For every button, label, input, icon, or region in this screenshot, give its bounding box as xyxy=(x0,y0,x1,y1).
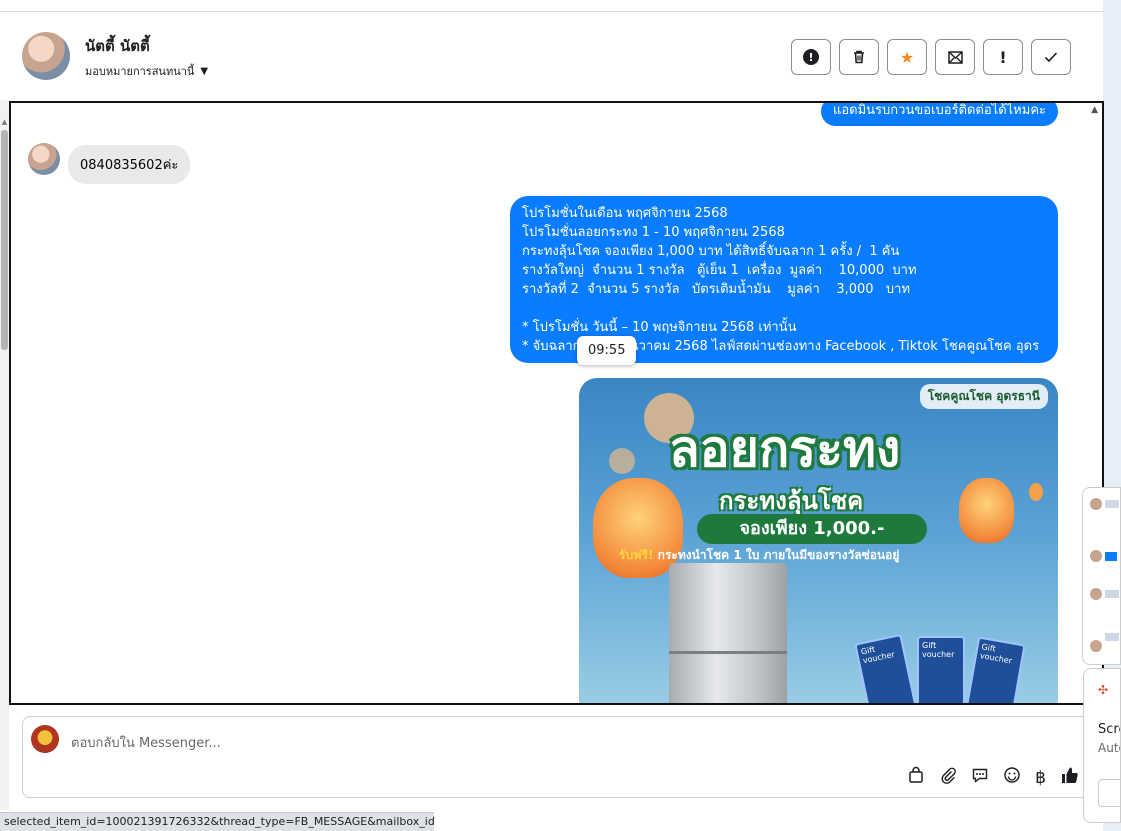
conversation-header: นัตตี้ นัตตี้ มอบหมายการสนทนานี้ ▼ ! ★ ! xyxy=(10,12,1103,100)
scroll-up-arrow-icon[interactable]: ▲ xyxy=(0,118,9,127)
page-avatar xyxy=(31,725,59,753)
check-icon xyxy=(1044,52,1058,63)
reply-input[interactable]: ตอบกลับใน Messenger... xyxy=(71,732,221,753)
outgoing-message[interactable]: แอดมินรบกวนขอเบอร์ติดต่อได้ไหมคะ xyxy=(820,103,1058,126)
done-button[interactable] xyxy=(1031,39,1071,75)
promo-title: ลอยกระทง xyxy=(669,420,901,478)
mini-preview-line xyxy=(1105,590,1119,598)
delete-button[interactable] xyxy=(839,39,879,75)
incoming-message[interactable]: 0840835602ค่ะ xyxy=(68,145,191,184)
thread-scroll-up-icon[interactable]: ▲ xyxy=(1091,105,1098,115)
notification-toast[interactable]: ✣ Scre Auto xyxy=(1083,668,1121,823)
composer-toolbar: ฿ xyxy=(907,765,1080,790)
fridge-door-line xyxy=(669,651,787,654)
inbox-window: ▲ นัตตี้ นัตตี้ มอบหมายการสนทนานี้ ▼ ! ★… xyxy=(0,0,1121,831)
browser-status-url: selected_item_id=100021391726332&thread_… xyxy=(0,812,434,831)
contact-avatar-small xyxy=(28,143,60,175)
timestamp-tooltip: 09:55 xyxy=(577,336,637,365)
lantern-shape xyxy=(959,478,1014,543)
saved-reply-icon[interactable] xyxy=(971,766,989,789)
mini-bubble xyxy=(1105,552,1117,561)
toast-title: Scre xyxy=(1098,722,1120,737)
promo-image-attachment[interactable]: โชคคูณโชค อุดรธานี ลอยกระทง กระทงลุ้นโชค… xyxy=(579,378,1058,703)
toast-action-button[interactable] xyxy=(1098,779,1120,807)
floating-chat-panel[interactable] xyxy=(1082,487,1121,665)
alert-circle-icon: ! xyxy=(803,49,819,65)
caret-down-icon: ▼ xyxy=(200,65,209,77)
baht-icon[interactable]: ฿ xyxy=(1035,768,1046,788)
star-button[interactable]: ★ xyxy=(887,39,927,75)
reply-composer[interactable]: ตอบกลับใน Messenger... ฿ xyxy=(22,716,1103,798)
left-scrollbar[interactable]: ▲ xyxy=(0,100,9,810)
promo-free-label: รับฟรี! xyxy=(619,548,654,562)
gift-voucher: Gift voucher xyxy=(917,636,965,703)
spam-button[interactable]: ! xyxy=(791,39,831,75)
message-thread[interactable]: ▲ แอดมินรบกวนขอเบอร์ติดต่อได้ไหมคะ 08408… xyxy=(9,101,1104,705)
contact-name[interactable]: นัตตี้ นัตตี้ xyxy=(85,34,150,58)
fridge-illustration xyxy=(669,563,787,703)
like-icon[interactable] xyxy=(1060,765,1080,790)
attach-icon[interactable] xyxy=(939,766,957,789)
moon-shape-small xyxy=(609,448,635,474)
trash-icon xyxy=(854,50,864,64)
toast-subtitle: Auto xyxy=(1098,741,1120,755)
mini-avatar xyxy=(1090,550,1102,562)
promo-free-text: กระทงนำโชค 1 ใบ ภายในมีของรางวัลซ่อนอยู่ xyxy=(657,548,900,562)
mini-avatar xyxy=(1090,640,1102,652)
assign-conversation-dropdown[interactable]: มอบหมายการสนทนานี้ ▼ xyxy=(85,62,208,80)
contact-avatar[interactable] xyxy=(22,32,70,80)
scrollbar-thumb[interactable] xyxy=(1,130,8,350)
header-toolbar: ! ★ ! xyxy=(791,39,1071,75)
gift-voucher: Gift voucher xyxy=(964,636,1026,703)
gift-voucher: Gift voucher xyxy=(854,633,918,703)
assign-label: มอบหมายการสนทนานี้ xyxy=(85,65,195,78)
mail-icon xyxy=(947,50,963,64)
mark-unread-button[interactable] xyxy=(935,39,975,75)
mini-avatar xyxy=(1090,498,1102,510)
promo-price-pill: จองเพียง 1,000.- xyxy=(697,514,927,544)
priority-button[interactable]: ! xyxy=(983,39,1023,75)
bag-icon[interactable] xyxy=(907,766,925,789)
emoji-icon[interactable] xyxy=(1003,766,1021,789)
mini-preview-line xyxy=(1105,633,1119,641)
mini-preview-line xyxy=(1105,500,1119,508)
mini-avatar xyxy=(1090,588,1102,600)
app-logo-icon: ✣ xyxy=(1098,683,1109,697)
star-icon: ★ xyxy=(899,47,915,67)
promo-brand: โชคคูณโชค อุดรธานี xyxy=(919,384,1048,409)
lantern-shape-small xyxy=(1029,483,1043,501)
exclamation-icon: ! xyxy=(999,47,1007,67)
